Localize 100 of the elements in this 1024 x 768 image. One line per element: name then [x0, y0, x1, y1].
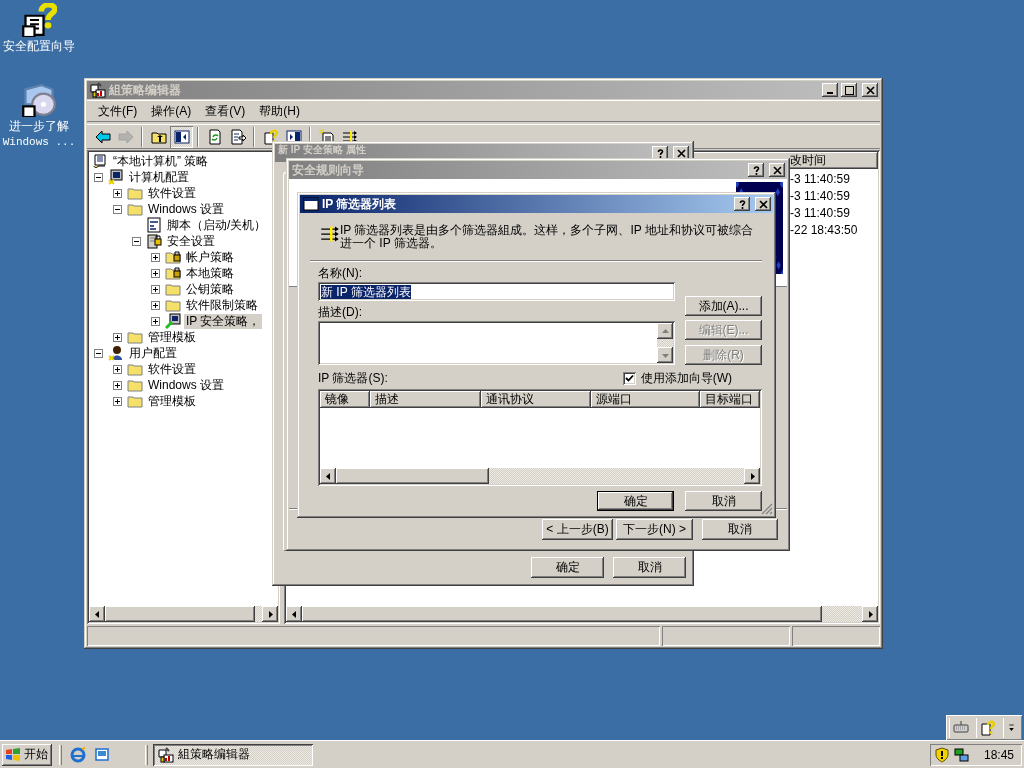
scroll-right-button[interactable] — [862, 606, 878, 622]
shield-icon[interactable] — [933, 746, 950, 763]
toolbar-button[interactable] — [170, 125, 193, 148]
tree-item[interactable]: 软件限制策略 — [184, 297, 260, 313]
help-icon — [655, 148, 665, 158]
start-button[interactable]: 开始 — [2, 743, 52, 766]
ok-button[interactable]: 确定 — [531, 557, 604, 578]
expand-button[interactable] — [151, 284, 160, 294]
horizontal-scrollbar[interactable] — [320, 468, 760, 484]
expand-button[interactable] — [113, 332, 122, 342]
tree-item[interactable]: 安全设置 — [165, 233, 217, 249]
name-field[interactable]: 新 IP 筛选器列表 — [318, 282, 675, 301]
menu-item[interactable]: 查看(V) — [198, 102, 253, 120]
window-title: 安全规则向导 — [292, 163, 365, 177]
column-header[interactable]: 镜像 — [320, 391, 370, 408]
close-button[interactable] — [755, 197, 771, 211]
next-button[interactable]: 下一步(N) > — [616, 519, 693, 540]
tree-item[interactable]: 公钥策略 — [184, 281, 236, 297]
back-button[interactable]: < 上一步(B) — [542, 519, 613, 540]
tree-item[interactable]: 计算机配置 — [127, 169, 191, 185]
help-button[interactable] — [748, 163, 764, 177]
expand-button[interactable] — [113, 380, 122, 390]
collapse-button[interactable] — [132, 236, 141, 246]
help-document-icon — [21, 3, 57, 37]
expand-button[interactable] — [151, 268, 160, 278]
expand-button[interactable] — [151, 316, 160, 326]
folder-icon — [165, 297, 181, 313]
close-icon — [758, 199, 768, 209]
close-button[interactable] — [862, 83, 878, 97]
scroll-left-button[interactable] — [320, 468, 336, 484]
scroll-right-button[interactable] — [262, 606, 278, 622]
scroll-right-button[interactable] — [744, 468, 760, 484]
expand-button[interactable] — [113, 396, 122, 406]
window-icon — [303, 196, 319, 212]
field-label: 名称(N): — [318, 266, 363, 280]
maximize-button[interactable] — [841, 83, 857, 97]
folder-icon — [165, 281, 181, 297]
script-icon — [146, 217, 162, 233]
menu-item[interactable]: 文件(F) — [91, 102, 145, 120]
language-bar-button[interactable] — [949, 717, 972, 738]
help-button[interactable] — [734, 197, 750, 211]
cancel-button[interactable]: 取消 — [702, 519, 778, 540]
tree-item[interactable]: 帐户策略 — [184, 249, 236, 265]
computer-icon — [108, 169, 124, 185]
menu-item[interactable]: 帮助(H) — [252, 102, 307, 120]
expand-button[interactable] — [113, 188, 122, 198]
minimize-icon — [826, 92, 834, 94]
desktop-shortcut[interactable]: 进一步了解 Windows ... — [0, 83, 78, 149]
tree-item[interactable]: 管理模板 — [146, 329, 198, 345]
window-title: IP 筛选器列表 — [322, 197, 398, 211]
collapse-button[interactable] — [94, 348, 103, 358]
tree-item[interactable]: IP 安全策略， — [184, 313, 263, 329]
cancel-button[interactable]: 取消 — [613, 557, 686, 578]
field-label: 描述(D): — [318, 305, 363, 319]
scroll-left-button[interactable] — [89, 606, 105, 622]
tree-item[interactable]: Windows 设置 — [146, 201, 226, 217]
list-cell: -3 11:40:59 — [790, 171, 850, 186]
taskbar-button[interactable]: 組策略编辑器 — [153, 743, 313, 766]
cancel-button[interactable]: 取消 — [685, 491, 762, 511]
collapse-button[interactable] — [113, 204, 122, 214]
add-button[interactable]: 添加(A)... — [685, 296, 762, 316]
scroll-left-button[interactable] — [286, 606, 302, 622]
tree-item[interactable]: 本地策略 — [184, 265, 236, 281]
horizontal-scrollbar[interactable] — [89, 606, 278, 622]
minimize-button[interactable] — [822, 83, 838, 97]
forward-arrow-icon — [117, 128, 134, 145]
keyboard-icon — [953, 719, 969, 736]
column-header[interactable]: 描述 — [370, 391, 481, 408]
column-header[interactable]: 通讯协议 — [481, 391, 591, 408]
scroll-thumb[interactable] — [336, 468, 489, 484]
description-field[interactable] — [318, 321, 675, 365]
desktop-shortcut[interactable]: 安全配置向导 — [0, 3, 78, 53]
column-header[interactable]: 源端口 — [591, 391, 700, 408]
left-triangle-icon — [92, 609, 102, 619]
expand-button[interactable] — [151, 300, 160, 310]
scroll-thumb[interactable] — [105, 606, 255, 622]
tree-item[interactable]: 软件设置 — [146, 185, 198, 201]
tree-item[interactable]: Windows 设置 — [146, 377, 226, 393]
ok-button[interactable]: 确定 — [597, 491, 674, 511]
checkbox[interactable] — [622, 371, 636, 385]
resize-grip-icon[interactable] — [761, 503, 773, 515]
tree-item[interactable]: 软件设置 — [146, 361, 198, 377]
expand-button[interactable] — [113, 364, 122, 374]
collapse-button[interactable] — [94, 172, 103, 182]
network-icon[interactable] — [953, 746, 970, 763]
tree-item[interactable]: 脚本（启动/关机） — [165, 217, 269, 233]
expand-button[interactable] — [151, 252, 160, 262]
tree-item[interactable]: 用户配置 — [127, 345, 179, 361]
cd-box-icon — [21, 83, 57, 117]
server-lock-icon — [146, 233, 162, 249]
column-header[interactable]: 目标端口 — [700, 391, 760, 408]
help-icon — [737, 199, 747, 209]
close-button[interactable] — [769, 163, 785, 177]
tree-item[interactable]: “本地计算机” 策略 — [111, 153, 211, 169]
folder-icon — [127, 377, 143, 393]
policy-editor-icon — [90, 82, 106, 98]
column-header[interactable]: 改时间 — [790, 152, 826, 169]
tree-item[interactable]: 管理模板 — [146, 393, 198, 409]
window-title: 新 IP 安全策略 属性 — [278, 144, 367, 155]
menu-item[interactable]: 操作(A) — [144, 102, 199, 120]
